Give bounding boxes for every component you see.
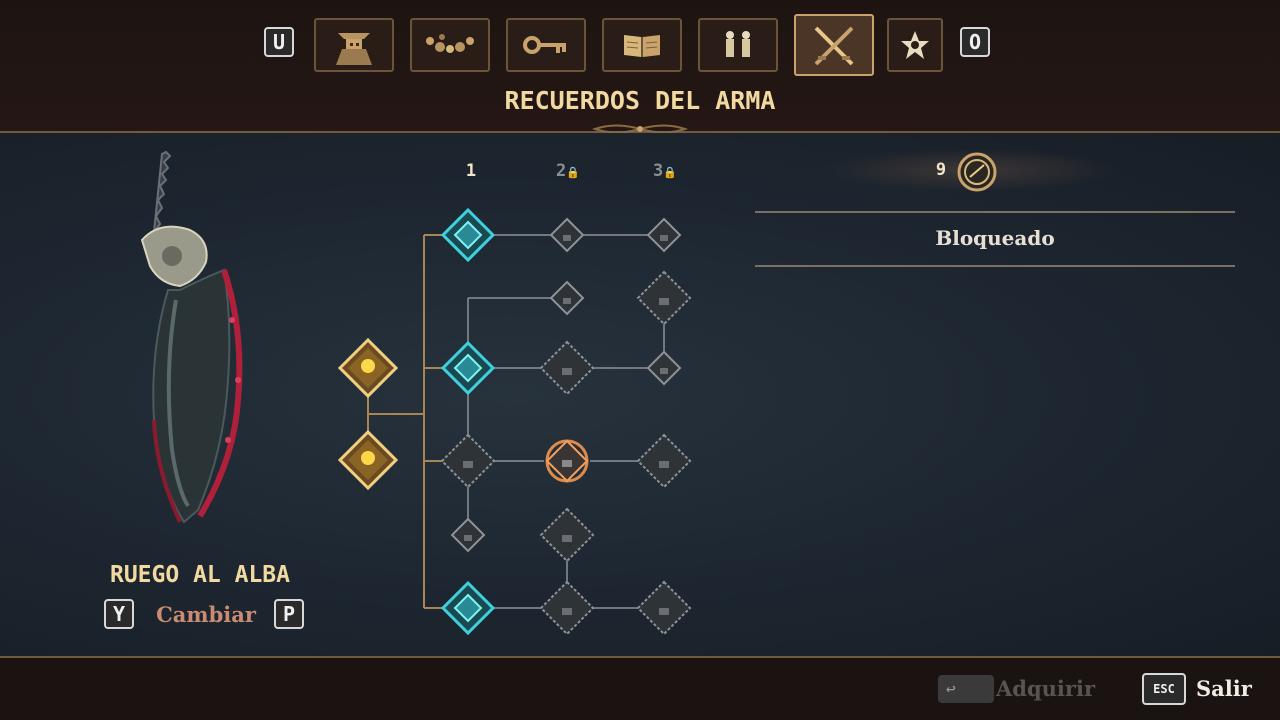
node-unlocked-c[interactable] xyxy=(440,580,496,636)
divider xyxy=(755,211,1235,213)
enter-key[interactable]: ↩ xyxy=(938,675,994,703)
node-unlocked-b[interactable] xyxy=(440,340,496,396)
gold-connectors xyxy=(367,234,444,609)
node-start-2[interactable] xyxy=(337,429,399,491)
acquire-button[interactable]: Adquirir xyxy=(996,676,1095,701)
node-start-1[interactable] xyxy=(337,337,399,399)
exit-button[interactable]: Salir xyxy=(1196,676,1252,701)
cost-value: 9 xyxy=(935,160,947,180)
node-unlocked-a[interactable] xyxy=(440,207,496,263)
node-selected[interactable] xyxy=(545,439,589,483)
status-label: Bloqueado xyxy=(935,226,1055,250)
esc-key[interactable]: ESC xyxy=(1142,673,1186,705)
skill-tree xyxy=(337,207,692,636)
memory-orb-icon xyxy=(957,152,997,192)
locked-nodes[interactable] xyxy=(440,217,692,636)
divider xyxy=(755,265,1235,267)
